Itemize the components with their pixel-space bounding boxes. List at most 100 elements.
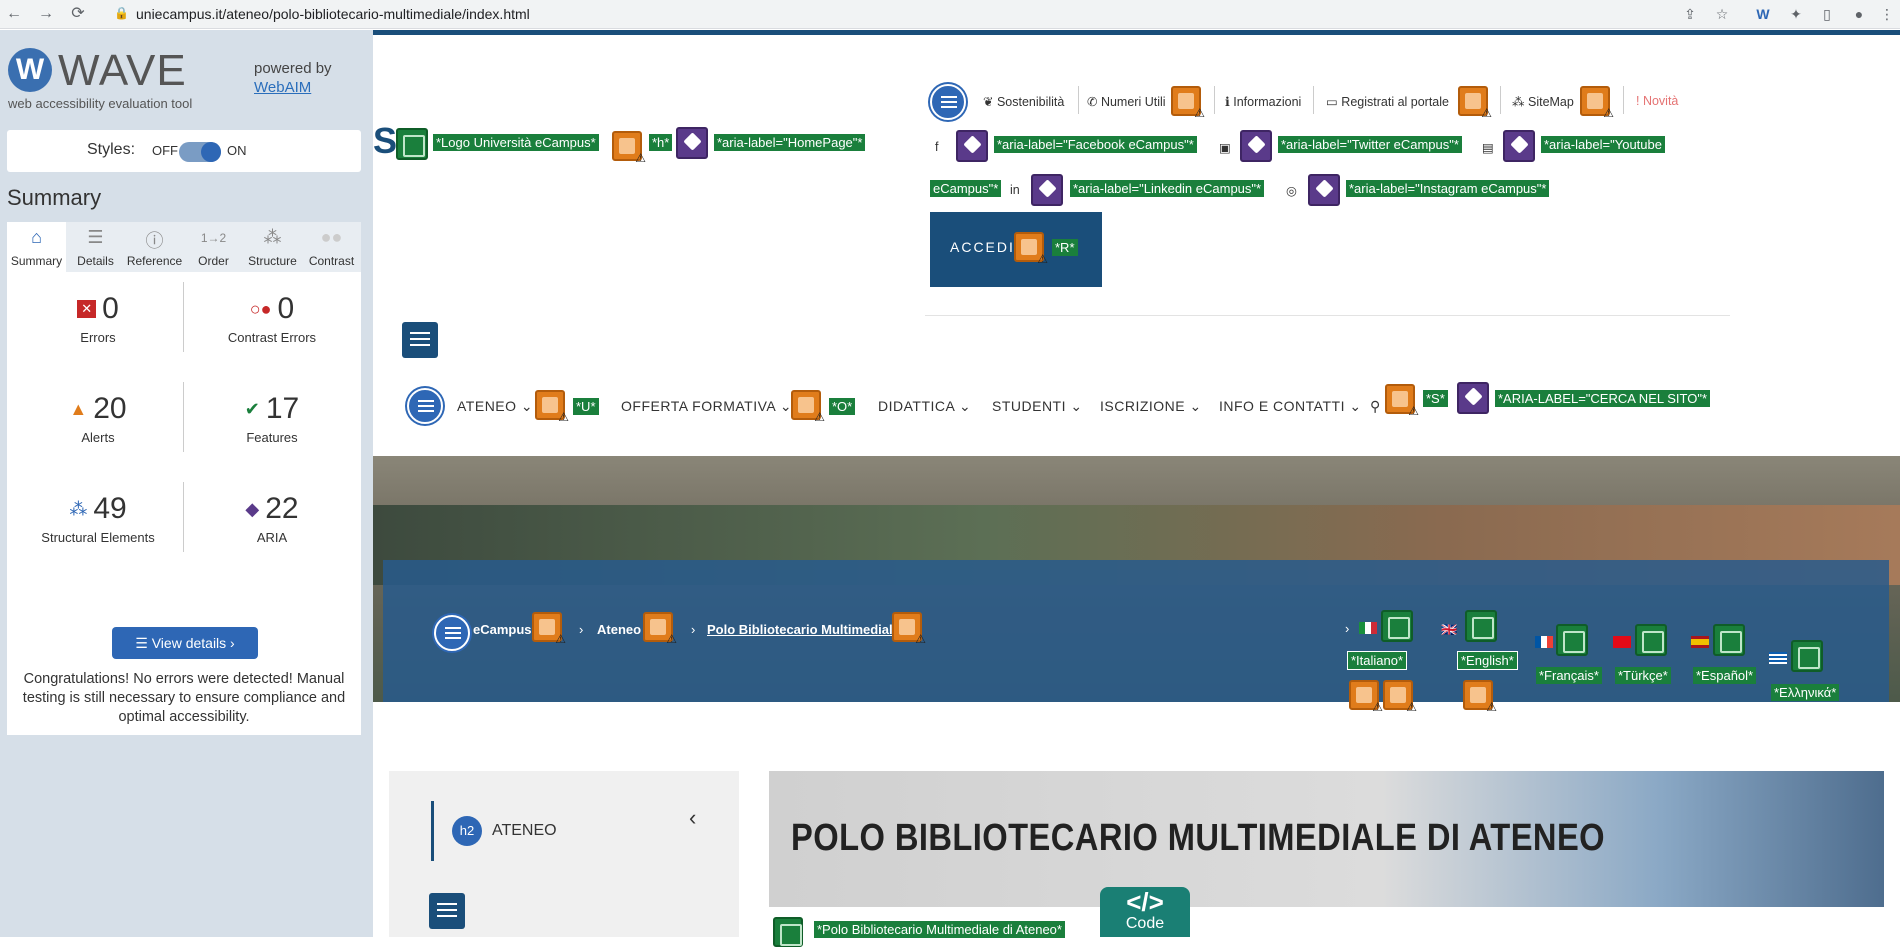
aria-icon[interactable] <box>676 127 708 159</box>
aria-icon[interactable] <box>956 130 988 162</box>
alert-icon[interactable]: ⚠ <box>1458 86 1492 120</box>
util-registrati[interactable]: ▭ Registrati al portale <box>1326 94 1449 109</box>
tab-details[interactable]: ☰ Details <box>66 222 125 272</box>
feature-alt-icon[interactable] <box>1465 610 1497 642</box>
feature-alt-icon[interactable] <box>1556 624 1588 656</box>
feature-alt-icon[interactable] <box>1635 624 1667 656</box>
nav-didattica[interactable]: DIDATTICA ⌄ <box>878 398 971 415</box>
breadcrumb-current[interactable]: Polo Bibliotecario Multimediale <box>707 622 900 637</box>
view-details-button[interactable]: ☰ View details › <box>112 627 258 659</box>
menu-icon[interactable]: ⋮ <box>1878 5 1896 23</box>
nav-offerta-formativa[interactable]: OFFERTA FORMATIVA ⌄ <box>621 398 792 415</box>
feature-alt-icon[interactable] <box>1791 640 1823 672</box>
feature-alt-icon[interactable] <box>396 128 428 160</box>
styles-toggle[interactable] <box>179 142 221 162</box>
stat-errors[interactable]: ✕ 0 Errors <box>13 292 183 372</box>
alert-icon[interactable]: ⚠ <box>532 612 566 646</box>
turkce-label: *Türkçe* <box>1615 667 1671 684</box>
tab-label: Details <box>77 254 114 268</box>
aria-icon[interactable] <box>1308 174 1340 206</box>
alert-icon[interactable]: ⚠ <box>1463 680 1497 714</box>
list-structure-icon[interactable] <box>434 615 470 651</box>
tab-contrast[interactable]: ●● Contrast <box>302 222 361 272</box>
stat-alerts[interactable]: ▲ 20 Alerts <box>13 392 183 472</box>
site-logo-fragment[interactable]: S <box>373 120 397 162</box>
alert-icon[interactable]: ⚠ <box>535 390 569 424</box>
breadcrumb-ecampus[interactable]: eCampus <box>473 622 532 637</box>
alert-icon[interactable]: ⚠ <box>1014 232 1048 266</box>
share-icon[interactable]: ⇪ <box>1681 5 1699 23</box>
forward-icon[interactable]: → <box>36 4 56 24</box>
sidepanel-icon[interactable]: ▯ <box>1818 5 1836 23</box>
wave-extension-icon[interactable]: W <box>1754 5 1772 23</box>
nav-label: OFFERTA FORMATIVA <box>621 398 776 414</box>
tab-label: Reference <box>126 254 183 268</box>
alert-icon[interactable]: ⚠ <box>1171 86 1205 120</box>
linkedin-icon[interactable]: in <box>1010 183 1020 197</box>
structural-count: 49 <box>93 492 127 525</box>
util-numeri-utili[interactable]: ✆ Numeri Utili <box>1087 94 1166 109</box>
tab-structure[interactable]: ⁂ Structure <box>243 222 302 272</box>
alert-icon[interactable]: ⚠ <box>1349 680 1383 714</box>
feature-alt-icon[interactable] <box>1713 624 1745 656</box>
accedi-label: ACCEDI <box>950 239 1015 255</box>
aria-icon[interactable] <box>1457 382 1489 414</box>
profile-icon[interactable]: ● <box>1850 5 1868 23</box>
youtube-aria-label-cont: eCampus"* <box>930 180 1002 197</box>
nav-studenti[interactable]: STUDENTI ⌄ <box>992 398 1083 415</box>
twitter-icon[interactable]: ▣ <box>1219 140 1231 155</box>
tab-reference[interactable]: ⓘ Reference <box>125 222 184 272</box>
features-count: 17 <box>265 392 300 425</box>
menu-list-icon[interactable] <box>402 322 438 358</box>
nav-ateneo[interactable]: ATENEO ⌄ <box>457 398 533 415</box>
collapse-chevron-icon[interactable]: ‹ <box>689 805 696 831</box>
linkedin-aria-label: *aria-label="Linkedin eCampus"* <box>1070 180 1265 197</box>
instagram-icon[interactable]: ◎ <box>1286 183 1297 198</box>
code-tab-button[interactable]: </> Code <box>1100 887 1190 937</box>
stat-aria[interactable]: ◆ 22 ARIA <box>187 492 357 572</box>
alert-icon[interactable]: ⚠ <box>791 390 825 424</box>
aria-icon[interactable] <box>1240 130 1272 162</box>
util-sostenibilita[interactable]: ❦ Sostenibilità <box>983 94 1064 109</box>
menu-list-icon[interactable] <box>429 893 465 929</box>
h2-icon[interactable]: h2 <box>452 816 482 846</box>
facebook-icon[interactable]: f <box>935 140 938 154</box>
tab-summary[interactable]: ⌂ Summary <box>7 222 66 272</box>
util-informazioni[interactable]: ℹ Informazioni <box>1225 94 1301 109</box>
extensions-icon[interactable]: ✦ <box>1787 5 1805 23</box>
feature-alt-icon[interactable] <box>1381 610 1413 642</box>
aria-icon[interactable] <box>1031 174 1063 206</box>
stat-features[interactable]: ✔ 17 Features <box>187 392 357 472</box>
alert-icon[interactable]: ⚠ <box>1385 384 1419 418</box>
address-bar[interactable]: 🔒 uniecampus.it/ateneo/polo-bibliotecari… <box>96 3 1686 26</box>
util-sitemap[interactable]: ⁂ SiteMap <box>1512 94 1574 109</box>
util-novita[interactable]: ! Novità <box>1636 94 1678 108</box>
nav-iscrizione[interactable]: ISCRIZIONE ⌄ <box>1100 398 1202 415</box>
nav-info-contatti[interactable]: INFO E CONTATTI ⌄ <box>1219 398 1362 415</box>
list-structure-icon[interactable] <box>930 84 966 120</box>
search-icon[interactable]: ⚲ <box>1370 398 1381 415</box>
link-text: Sostenibilità <box>996 95 1065 109</box>
stat-contrast-errors[interactable]: ○● 0 Contrast Errors <box>187 292 357 372</box>
alert-icon[interactable]: ⚠ <box>643 612 677 646</box>
back-icon[interactable]: ← <box>4 4 24 24</box>
tab-order[interactable]: 1→2 Order <box>184 222 243 272</box>
alert-icon[interactable]: ⚠ <box>612 131 646 165</box>
reload-icon[interactable]: ⟳ <box>68 4 88 24</box>
alert-icon[interactable]: ⚠ <box>1580 86 1614 120</box>
list-structure-icon[interactable] <box>407 388 443 424</box>
powered-by: powered by <box>254 60 332 77</box>
youtube-icon[interactable]: ▤ <box>1482 140 1494 155</box>
breadcrumb-ateneo[interactable]: Ateneo <box>597 622 641 637</box>
accedi-button[interactable]: ACCEDI ⚠ *R* <box>930 212 1102 287</box>
error-icon: ✕ <box>77 300 97 318</box>
divider <box>183 282 184 352</box>
bookmark-star-icon[interactable]: ☆ <box>1713 5 1731 23</box>
feature-alt-icon[interactable] <box>773 917 803 947</box>
nav-label: ATENEO <box>457 398 517 414</box>
alert-icon[interactable]: ⚠ <box>892 612 926 646</box>
stat-structural[interactable]: ⁂ 49 Structural Elements <box>13 492 183 572</box>
alert-icon[interactable]: ⚠ <box>1383 680 1417 714</box>
aria-icon[interactable] <box>1503 130 1535 162</box>
webaim-link[interactable]: WebAIM <box>254 79 311 96</box>
